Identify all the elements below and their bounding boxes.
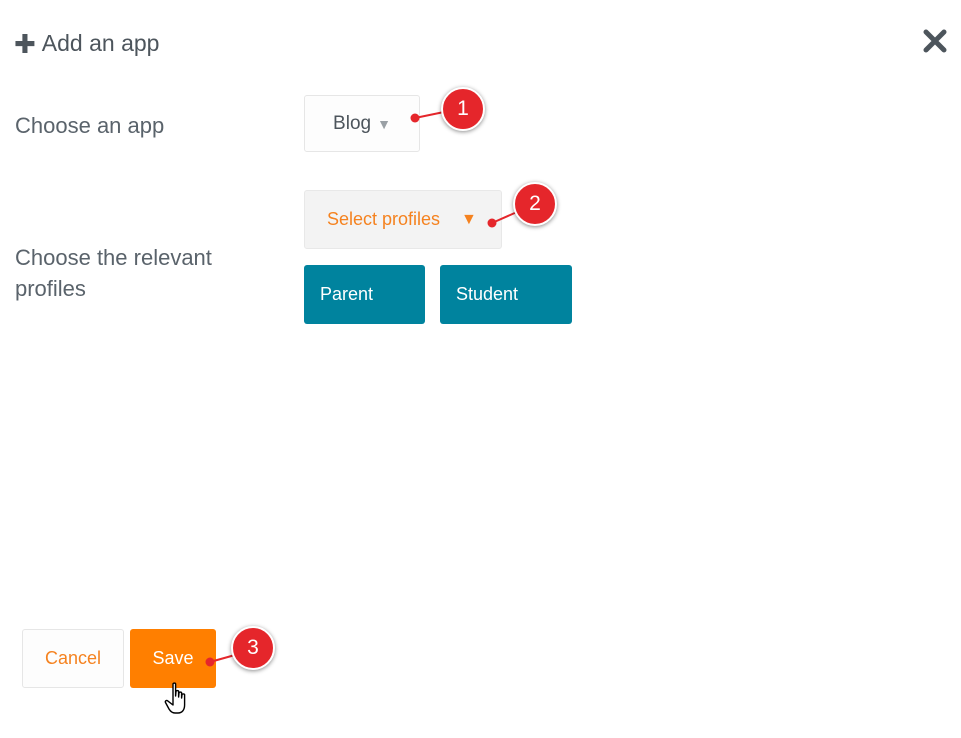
dialog-title-text: Add an app [41,30,160,56]
profile-chip-label: Parent [320,284,374,304]
app-select[interactable]: Blog ▼ [304,95,420,152]
choose-profiles-label: Choose the relevant profiles [15,245,212,301]
plus-icon: ✚ [14,28,36,59]
save-button[interactable]: Save [130,629,216,688]
dialog-title: ✚ Add an app [14,30,159,57]
profile-chip-label: Student [456,284,519,304]
close-icon [923,29,947,53]
app-select-value: Blog [333,112,372,134]
profiles-select-placeholder: Select profiles [327,209,441,229]
hand-cursor-icon [164,682,186,714]
annotation-marker-1: 1 [441,87,485,131]
caret-down-icon: ▼ [461,211,477,228]
cancel-button[interactable]: Cancel [22,629,124,688]
annotation-marker-3: 3 [231,626,275,670]
add-app-dialog: ✚ Add an app Choose an app Blog ▼ Choose… [0,0,961,738]
annotation-marker-2: 2 [513,182,557,226]
close-button[interactable] [922,28,948,54]
caret-down-icon: ▼ [377,115,391,132]
profiles-select[interactable]: Select profiles ▼ [304,190,502,249]
profile-chip-parent[interactable]: Parent [304,265,425,324]
choose-app-label: Choose an app [15,113,165,138]
profile-chip-student[interactable]: Student [440,265,572,324]
